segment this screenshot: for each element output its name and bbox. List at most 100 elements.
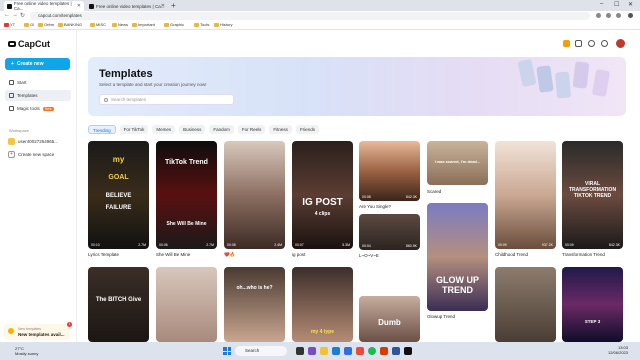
capcut-logo-icon <box>8 41 16 47</box>
store-icon[interactable] <box>344 347 352 355</box>
teams-icon[interactable] <box>308 347 316 355</box>
template-caption: Childhood Trend <box>495 252 529 257</box>
workspace-label: Workspace <box>9 128 29 133</box>
template-card-glowup[interactable]: GLOW UP TREND <box>427 203 488 311</box>
reload-icon[interactable]: ↻ <box>20 12 25 19</box>
extensions-icon[interactable] <box>606 13 611 18</box>
template-card-love[interactable]: 00:04 860.9K <box>359 214 420 250</box>
template-card-transformation[interactable]: VIRAL TRANSFORMATION TIKTOK TREND 00:09 … <box>562 141 623 249</box>
bookmark-item[interactable]: YT <box>4 22 15 27</box>
url-field[interactable]: capcut.com/templates <box>30 12 590 20</box>
windows-start-icon[interactable] <box>223 347 231 355</box>
template-card[interactable]: oh...who is he? <box>224 267 285 342</box>
template-card-hearts[interactable]: 00:08 2.4M <box>224 141 285 249</box>
bookmark-item[interactable]: Graphic <box>164 22 184 27</box>
system-clock[interactable]: 13:03 12/06/2023 <box>608 345 628 355</box>
folder-icon <box>24 22 29 27</box>
sidebar-item-start[interactable]: Start <box>5 77 71 88</box>
folder-icon <box>90 22 95 27</box>
template-card-are-you-single[interactable]: 00:08 842.3K <box>359 141 420 201</box>
weather-widget[interactable]: 27°C Mostly sunny <box>15 346 38 356</box>
bookmark-item[interactable]: Important <box>132 22 155 27</box>
new-tab-button[interactable]: + <box>171 1 176 10</box>
workspace-item[interactable]: user40027264965... <box>8 138 58 145</box>
home-icon <box>9 80 14 85</box>
file-explorer-icon[interactable] <box>320 347 328 355</box>
capcut-taskbar-icon[interactable] <box>404 347 412 355</box>
folder-icon <box>38 22 43 27</box>
page-subtitle: Select a template and start your creatio… <box>99 82 207 87</box>
template-card-scared[interactable]: I was scared, I'm dead... <box>427 141 488 185</box>
capcut-favicon-icon <box>7 3 12 9</box>
chip-for-reels[interactable]: For Reels <box>237 125 266 134</box>
bookmark-item[interactable]: MISC <box>90 22 106 27</box>
template-card-she-will-be-mine[interactable]: TikTok Trend She Will Be Mine 00:06 2.7M <box>156 141 217 249</box>
maximize-button[interactable]: ☐ <box>614 1 619 8</box>
share-icon[interactable] <box>596 13 601 18</box>
upload-icon[interactable] <box>575 40 582 47</box>
office-icon[interactable] <box>380 347 388 355</box>
template-card[interactable] <box>156 267 217 342</box>
chrome-icon[interactable] <box>356 347 364 355</box>
template-card-lyrics[interactable]: my GOAL BELIEVE FAILURE 00:10 2.7M <box>88 141 149 249</box>
chip-memes[interactable]: Memes <box>152 125 176 134</box>
menu-icon[interactable] <box>628 13 633 18</box>
youtube-icon <box>4 22 9 27</box>
template-caption: ❤️🔥 <box>224 252 236 257</box>
task-view-icon[interactable] <box>296 347 304 355</box>
chip-business[interactable]: Business <box>179 125 206 134</box>
bookmark-item[interactable]: History <box>214 22 232 27</box>
bell-icon <box>8 328 14 334</box>
template-caption: Are You Single? <box>359 204 392 209</box>
bookmark-item[interactable]: Ortrm <box>38 22 54 27</box>
templates-icon <box>9 93 14 98</box>
sidebar-item-templates[interactable]: Templates <box>5 90 71 101</box>
new-badge: New <box>42 106 54 111</box>
create-space-button[interactable]: + Create new space <box>8 151 54 158</box>
bookmark-item[interactable]: Tools <box>194 22 209 27</box>
word-icon[interactable] <box>392 347 400 355</box>
forward-icon[interactable]: → <box>12 12 18 18</box>
template-card[interactable]: The BITCH Give <box>88 267 149 342</box>
template-card[interactable]: STEP 3 <box>562 267 623 342</box>
folder-icon <box>112 22 117 27</box>
minimize-button[interactable]: – <box>600 1 603 7</box>
chip-for-tiktok[interactable]: For TikTok <box>119 125 149 134</box>
profile-icon[interactable] <box>616 13 621 18</box>
close-tab-icon[interactable]: ✕ <box>77 3 81 9</box>
create-new-button[interactable]: + Create new <box>5 58 70 70</box>
bookmark-item[interactable]: News <box>112 22 128 27</box>
template-caption: Glowup Trend <box>427 314 456 319</box>
spotify-icon[interactable] <box>368 347 376 355</box>
notification-card[interactable]: New templates New templates avail... 1 <box>4 322 72 340</box>
bookmark-item[interactable]: BANKING <box>58 22 82 27</box>
chip-fandom[interactable]: Fandom <box>209 125 234 134</box>
template-card-ig-post[interactable]: IG POST 4 clips 00:07 5.3M <box>292 141 353 249</box>
capcut-logo[interactable]: CapCut <box>8 39 50 49</box>
help-icon[interactable] <box>601 40 608 47</box>
back-icon[interactable]: ← <box>4 12 10 18</box>
filter-chips: Trending For TikTok Memes Business Fando… <box>88 125 323 134</box>
gift-icon[interactable] <box>563 40 570 47</box>
chip-trending[interactable]: Trending <box>88 125 116 134</box>
browser-tab[interactable]: Free online video templates | Ca... ✕ <box>86 1 168 11</box>
user-avatar[interactable] <box>616 39 625 48</box>
chip-fitness[interactable]: Fitness <box>269 125 292 134</box>
template-card-childhood-trend[interactable]: 00:09 937.2K <box>495 141 556 249</box>
template-card[interactable]: Dumb <box>359 296 420 342</box>
folder-icon <box>132 22 137 27</box>
template-card[interactable]: my 4 type <box>292 267 353 342</box>
notifications-icon[interactable] <box>588 40 595 47</box>
browser-tab-active[interactable]: Free online video templates | Ca... ✕ <box>4 1 84 11</box>
sidebar-item-magic-tools[interactable]: Magic tools New <box>5 103 71 114</box>
taskbar-search[interactable]: Search <box>235 346 287 356</box>
chip-friends[interactable]: Friends <box>295 125 319 134</box>
close-tab-icon[interactable]: ✕ <box>161 3 165 9</box>
template-caption: She Will Be Mine <box>156 252 191 257</box>
edge-icon[interactable] <box>332 347 340 355</box>
template-caption: Lyrics Template <box>88 252 120 257</box>
close-window-button[interactable]: ✕ <box>628 1 633 8</box>
template-search-input[interactable]: Search templates <box>99 94 234 105</box>
template-card[interactable] <box>495 267 556 342</box>
bookmark-item[interactable]: GI <box>24 22 34 27</box>
